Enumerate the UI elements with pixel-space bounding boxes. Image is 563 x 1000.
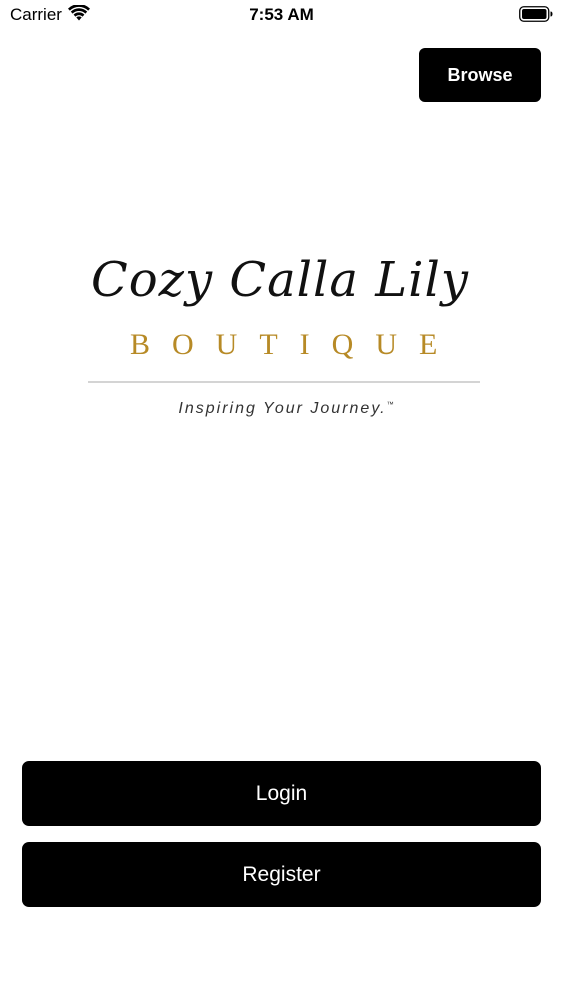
browse-button[interactable]: Browse	[419, 48, 541, 102]
logo-tagline-text: Inspiring Your Journey.	[178, 400, 387, 417]
battery-icon	[519, 6, 553, 22]
logo-script-name: Cozy Calla Lily	[91, 252, 469, 308]
logo-subtitle: BOUTIQUE	[130, 328, 460, 361]
welcome-screen: Carrier 7:53 AM Browse Cozy Calla Lily B…	[0, 0, 563, 1000]
status-bar: Carrier 7:53 AM	[0, 0, 563, 30]
register-button[interactable]: Register	[22, 842, 541, 907]
logo-tagline: Inspiring Your Journey.™	[60, 400, 512, 418]
boutique-logo: Cozy Calla Lily BOUTIQUE Inspiring Your …	[60, 250, 500, 430]
login-button[interactable]: Login	[22, 761, 541, 826]
logo-divider	[88, 381, 480, 383]
status-time: 7:53 AM	[249, 5, 314, 24]
trademark-symbol: ™	[386, 401, 394, 409]
